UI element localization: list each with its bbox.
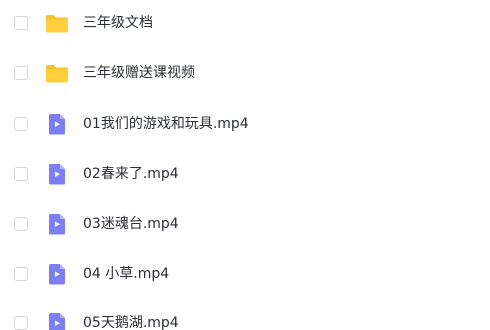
video-file-icon [45,312,69,330]
video-file-icon [45,163,69,185]
row-checkbox[interactable] [14,117,28,131]
video-file-icon [45,213,69,235]
file-name[interactable]: 03迷魂台.mp4 [83,215,179,233]
list-item[interactable]: 三年级文档 [0,8,490,38]
row-checkbox[interactable] [14,267,28,281]
list-item[interactable]: 05天鹅湖.mp4 [0,308,490,330]
file-name[interactable]: 05天鹅湖.mp4 [83,314,179,330]
file-name[interactable]: 01我们的游戏和玩具.mp4 [83,115,249,133]
file-list: 三年级文档 三年级赠送课视频 01我们的游戏和玩具.mp4 02春来了.mp4 … [0,0,490,330]
file-name[interactable]: 02春来了.mp4 [83,165,179,183]
folder-icon [45,62,69,84]
list-item[interactable]: 02春来了.mp4 [0,159,490,189]
row-checkbox[interactable] [14,217,28,231]
file-name[interactable]: 三年级文档 [83,14,153,32]
folder-icon [45,12,69,34]
file-name[interactable]: 04 小草.mp4 [83,265,169,283]
row-checkbox[interactable] [14,316,28,330]
row-checkbox[interactable] [14,16,28,30]
video-file-icon [45,263,69,285]
list-item[interactable]: 03迷魂台.mp4 [0,209,490,239]
list-item[interactable]: 04 小草.mp4 [0,259,490,289]
row-checkbox[interactable] [14,66,28,80]
video-file-icon [45,113,69,135]
file-name[interactable]: 三年级赠送课视频 [83,64,195,82]
list-item[interactable]: 三年级赠送课视频 [0,58,490,88]
row-checkbox[interactable] [14,167,28,181]
list-item[interactable]: 01我们的游戏和玩具.mp4 [0,109,490,139]
